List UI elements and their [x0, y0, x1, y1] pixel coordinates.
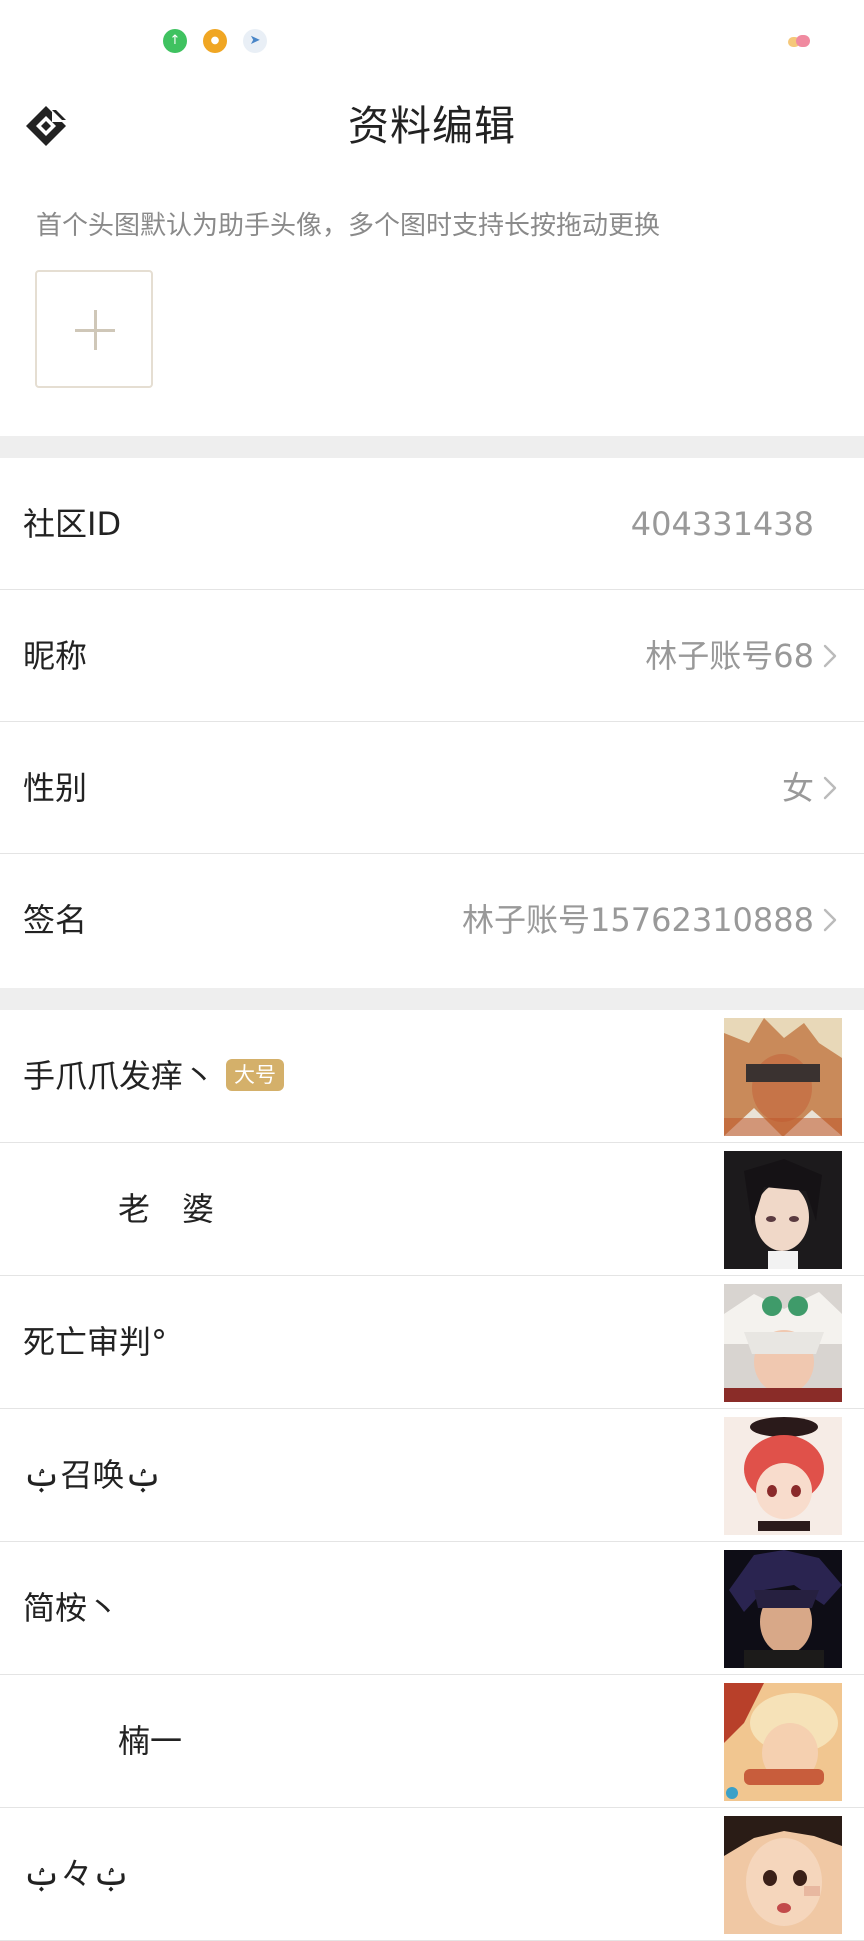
account-avatar: [724, 1550, 842, 1668]
section-divider: [0, 436, 864, 458]
notification-icon: [788, 34, 814, 48]
row-label: 签名: [23, 901, 88, 939]
add-photo-button[interactable]: [35, 270, 153, 388]
community-id-value: 404331438: [630, 505, 814, 543]
gender-row[interactable]: 性别 女: [0, 722, 864, 854]
avatar-hint-text: 首个头图默认为助手头像，多个图时支持长按拖动更换: [36, 211, 661, 241]
nickname-value: 林子账号68: [645, 637, 814, 675]
account-row[interactable]: 老 婆: [0, 1143, 864, 1276]
status-bar: ↑ ● ➤: [0, 0, 864, 80]
account-avatar: [724, 1417, 842, 1535]
account-avatar: [724, 1018, 842, 1136]
row-label: 性别: [23, 769, 88, 807]
account-row[interactable]: 死亡审判°: [0, 1276, 864, 1409]
account-row[interactable]: 手爪爪发痒丶 大号: [0, 1010, 864, 1143]
header: 资料编辑: [0, 80, 864, 172]
account-row[interactable]: ࢶ々ࢶ: [0, 1808, 864, 1941]
account-name: 死亡审判°: [23, 1323, 168, 1361]
account-name: 老 婆: [118, 1190, 215, 1228]
upload-icon: ↑: [163, 29, 187, 53]
page-title: 资料编辑: [348, 102, 516, 150]
account-name: ࢶ々ࢶ: [23, 1855, 131, 1893]
community-id-row: 社区ID 404331438: [0, 458, 864, 590]
coin-icon: ●: [203, 29, 227, 53]
signature-value: 林子账号15762310888: [462, 901, 814, 939]
account-name: 楠一: [118, 1722, 183, 1760]
chevron-right-icon: [823, 776, 837, 800]
row-label: 社区ID: [23, 505, 122, 543]
account-row[interactable]: 楠一: [0, 1675, 864, 1808]
account-row[interactable]: ࢶ召唤ࢶ: [0, 1409, 864, 1542]
main-account-badge: 大号: [226, 1059, 284, 1091]
row-label: 昵称: [23, 637, 88, 675]
account-name: ࢶ召唤ࢶ: [23, 1456, 163, 1494]
section-divider: [0, 988, 864, 1010]
chevron-right-icon: [823, 908, 837, 932]
account-avatar: [724, 1151, 842, 1269]
account-avatar: [724, 1683, 842, 1801]
account-row[interactable]: 简桉丶: [0, 1542, 864, 1675]
account-name: 简桉丶: [23, 1589, 120, 1627]
chevron-right-icon: [823, 644, 837, 668]
account-avatar: [724, 1816, 842, 1934]
account-avatar: [724, 1284, 842, 1402]
send-icon: ➤: [243, 29, 267, 53]
nickname-row[interactable]: 昵称 林子账号68: [0, 590, 864, 722]
account-name: 手爪爪发痒丶: [23, 1057, 216, 1095]
signature-row[interactable]: 签名 林子账号15762310888: [0, 854, 864, 986]
gender-value: 女: [781, 769, 814, 807]
